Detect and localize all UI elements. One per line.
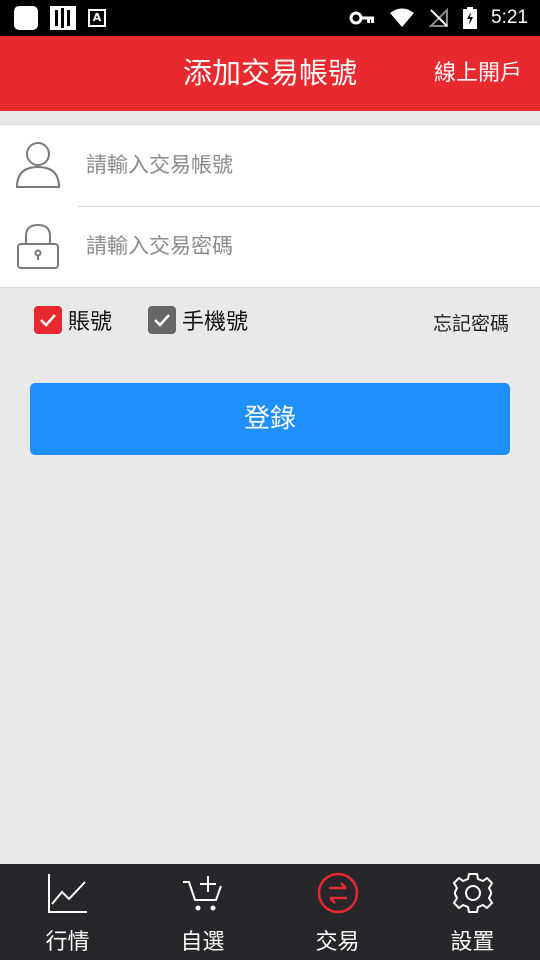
lock-icon xyxy=(17,223,59,269)
bottom-nav: 行情 自選 交易 設置 xyxy=(0,864,540,960)
phone-type-label: 手機號 xyxy=(182,310,249,335)
user-icon xyxy=(15,142,61,188)
line-chart-icon xyxy=(48,874,87,913)
notification-icons: A xyxy=(14,6,106,30)
login-button[interactable]: 登錄 xyxy=(30,383,510,455)
tab-watchlist[interactable]: 自選 xyxy=(135,864,270,960)
clock: 5:21 xyxy=(491,7,528,28)
password-input[interactable] xyxy=(86,226,506,266)
no-signal-icon xyxy=(429,8,449,27)
password-row xyxy=(0,206,540,287)
tab-label: 設置 xyxy=(450,930,495,955)
forgot-password-link[interactable]: 忘記密碼 xyxy=(433,309,509,336)
status-bar: A 5:21 xyxy=(0,0,540,36)
app-notification-icon xyxy=(14,6,38,30)
cart-add-icon xyxy=(183,876,222,911)
app-barcode-icon xyxy=(50,6,76,30)
tab-label: 交易 xyxy=(315,930,360,955)
tab-market[interactable]: 行情 xyxy=(0,864,135,960)
tab-settings[interactable]: 設置 xyxy=(405,864,540,960)
login-options: 賬號 手機號 忘記密碼 xyxy=(0,300,540,344)
exchange-icon xyxy=(317,872,359,914)
account-type-label: 賬號 xyxy=(68,310,113,335)
checkbox-checked-icon xyxy=(148,306,176,334)
battery-charging-icon xyxy=(463,7,478,29)
account-type-checkbox[interactable]: 賬號 xyxy=(34,306,113,335)
tab-label: 行情 xyxy=(45,930,90,955)
account-row xyxy=(0,125,540,206)
tab-label: 自選 xyxy=(180,930,225,955)
key-icon xyxy=(349,11,375,25)
tab-trade[interactable]: 交易 xyxy=(270,864,405,960)
gear-icon xyxy=(453,873,493,913)
phone-type-checkbox[interactable]: 手機號 xyxy=(148,306,249,335)
app-font-icon: A xyxy=(88,9,106,27)
wifi-icon xyxy=(390,8,415,27)
open-account-link[interactable]: 線上開戶 xyxy=(434,36,522,111)
account-input[interactable] xyxy=(86,145,506,185)
checkbox-checked-icon xyxy=(34,306,62,334)
login-form xyxy=(0,124,540,288)
app-header: 添加交易帳號 線上開戶 xyxy=(0,36,540,111)
